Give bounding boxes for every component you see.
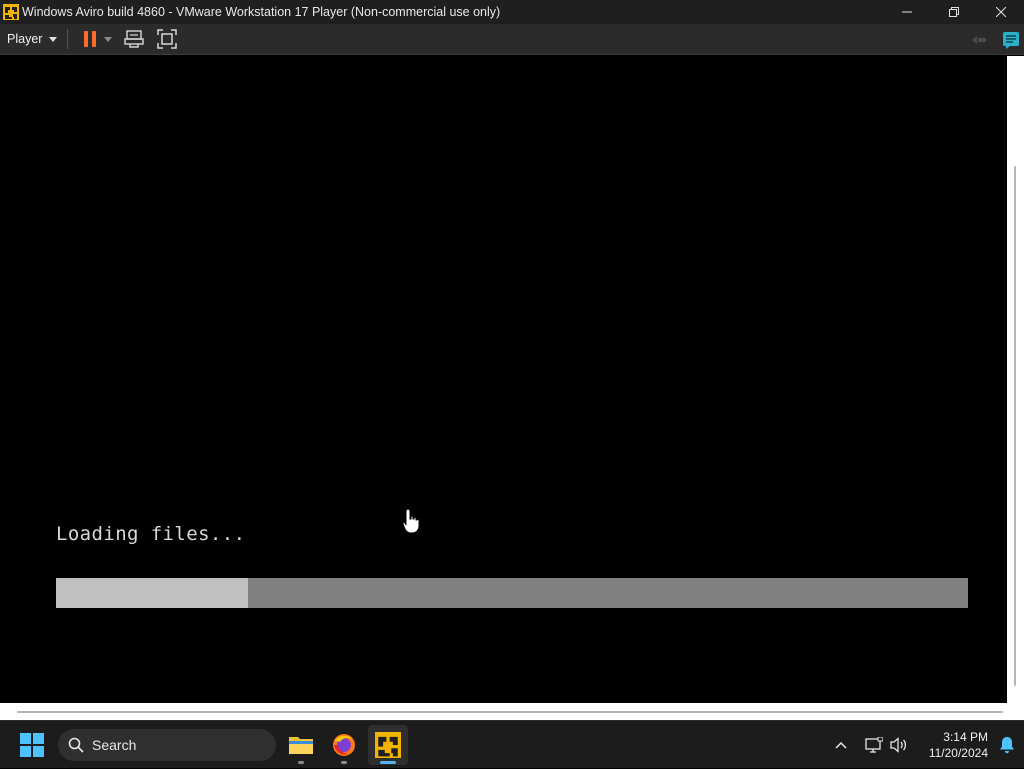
windows-start-icon[interactable] (20, 733, 44, 757)
active-indicator (380, 761, 396, 764)
power-options-chevron-icon[interactable] (104, 36, 113, 42)
search-icon (68, 737, 84, 753)
clock-date: 11/20/2024 (928, 746, 988, 760)
toolbar-right-tools (970, 28, 1020, 52)
running-indicator (341, 761, 347, 764)
loading-status-text: Loading files... (56, 523, 246, 545)
close-button[interactable] (977, 0, 1024, 24)
window-controls (883, 0, 1024, 24)
taskbar-app-file-explorer[interactable] (281, 725, 321, 765)
message-log-icon[interactable] (1002, 31, 1020, 49)
player-menu-button[interactable]: Player (0, 24, 65, 55)
restore-button[interactable] (930, 0, 977, 24)
vertical-scrollbar-thumb[interactable] (1014, 166, 1016, 686)
network-button[interactable] (861, 737, 887, 753)
send-ctrl-alt-del-button[interactable] (123, 28, 145, 50)
minimize-icon (901, 11, 912, 13)
volume-icon (890, 737, 906, 753)
hand-cursor-icon (402, 508, 420, 534)
notification-bell-icon (1000, 737, 1014, 754)
loading-progress-bar (56, 578, 968, 608)
player-toolbar: Player (0, 24, 1024, 55)
full-screen-icon (157, 29, 178, 49)
pause-icon[interactable] (84, 31, 97, 47)
player-menu-label: Player (7, 32, 43, 46)
vmware-icon (375, 732, 401, 758)
folder-icon (289, 737, 313, 754)
firefox-icon (333, 734, 355, 756)
taskbar: Search 3:14 PM 11/20/2024 (0, 720, 1024, 768)
taskbar-search-box[interactable]: Search (58, 729, 276, 761)
minimize-button[interactable] (883, 0, 930, 24)
show-hidden-icons-button[interactable] (829, 741, 853, 749)
vmware-app-icon (3, 4, 19, 20)
chevron-down-icon (49, 36, 58, 42)
chevron-up-icon (835, 741, 847, 749)
unity-icon[interactable] (970, 33, 988, 47)
running-indicator (298, 761, 304, 764)
send-ctrl-alt-del-icon (124, 30, 145, 48)
taskbar-app-firefox[interactable] (324, 725, 364, 765)
horizontal-scrollbar[interactable] (0, 703, 1024, 720)
full-screen-button[interactable] (156, 28, 178, 50)
search-label: Search (92, 737, 137, 753)
volume-button[interactable] (887, 737, 911, 753)
clock-time: 3:14 PM (943, 730, 988, 744)
horizontal-scrollbar-thumb[interactable] (17, 711, 1003, 713)
loading-progress-fill (56, 578, 248, 608)
restore-icon (948, 7, 959, 17)
network-icon (865, 737, 883, 753)
taskbar-clock[interactable]: 3:14 PM 11/20/2024 (929, 729, 988, 761)
window-title: Windows Aviro build 4860 - VMware Workst… (22, 5, 501, 19)
notifications-button[interactable] (996, 736, 1018, 754)
system-tray: 3:14 PM 11/20/2024 (829, 721, 1024, 769)
taskbar-app-vmware-player[interactable] (368, 725, 408, 765)
toolbar-divider (67, 29, 69, 49)
title-bar[interactable]: Windows Aviro build 4860 - VMware Workst… (0, 0, 1024, 24)
close-icon (995, 7, 1006, 17)
vertical-scrollbar[interactable] (1007, 56, 1024, 703)
